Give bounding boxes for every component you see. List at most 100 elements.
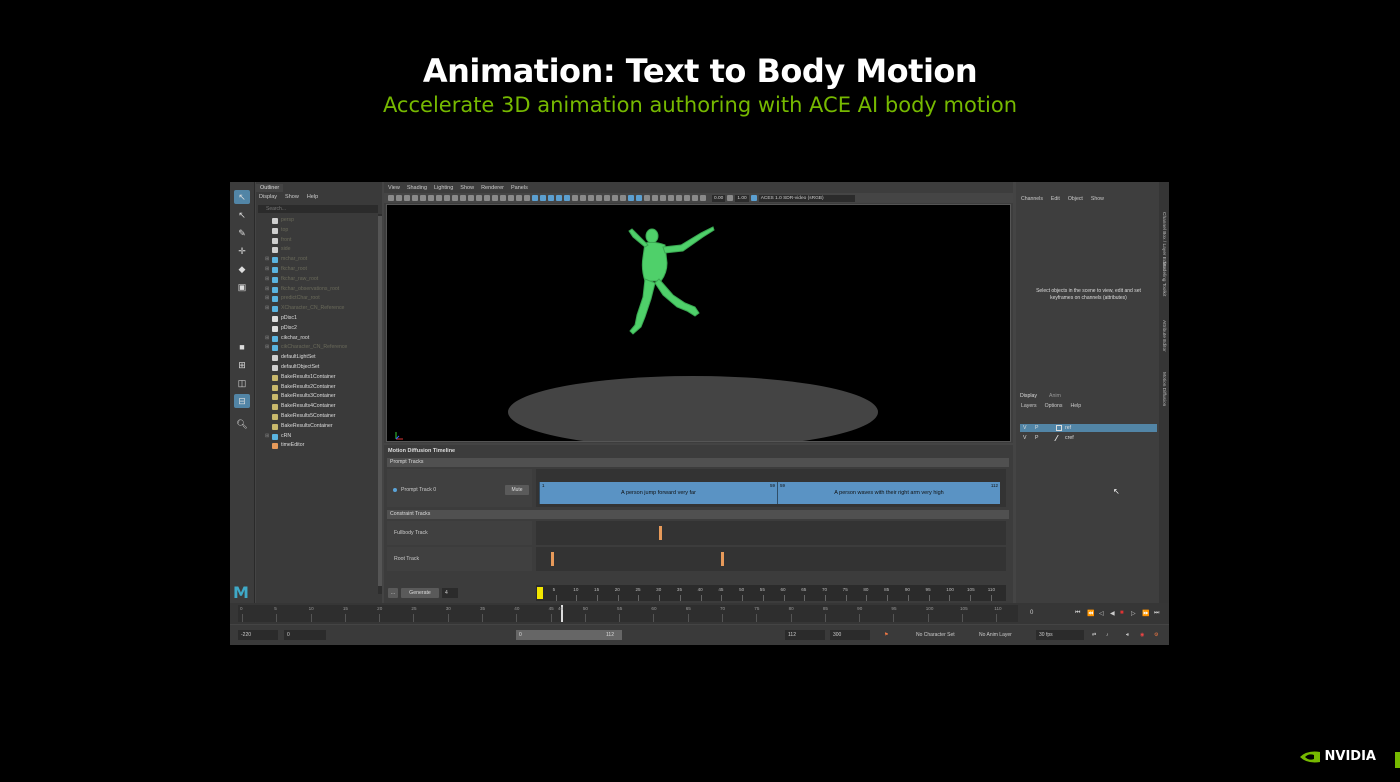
outliner-item[interactable]: pDisc1 <box>256 314 376 324</box>
go-start-icon[interactable]: ⏮ <box>1075 610 1080 617</box>
move-tool-icon[interactable]: ✛ <box>234 244 250 258</box>
anim-layer-select[interactable]: No Anim Layer <box>979 632 1012 638</box>
outliner-menu-show[interactable]: Show <box>285 194 299 200</box>
layer-playback[interactable]: P <box>1035 424 1038 432</box>
vp-menu-view[interactable]: View <box>388 185 400 191</box>
outliner-item[interactable]: BakeResults5Container <box>256 412 376 422</box>
two-view-icon[interactable]: ◫ <box>234 376 250 390</box>
expand-icon[interactable]: ⊞ <box>265 334 269 344</box>
outliner-item[interactable]: ⊞ cRN <box>256 432 376 442</box>
more-button[interactable]: ... <box>388 588 398 598</box>
paint-tool-icon[interactable]: ✎ <box>234 226 250 240</box>
vp-menu-lighting[interactable]: Lighting <box>434 185 453 191</box>
side-tab-modeling[interactable]: Modeling Toolkit <box>1161 262 1166 296</box>
viewport-tool-icon[interactable] <box>692 195 698 201</box>
prompt-clip[interactable]: 1 59 A person jump forward very far <box>539 482 777 504</box>
expand-icon[interactable]: ⊞ <box>265 294 269 304</box>
viewport-tool-icon[interactable] <box>660 195 666 201</box>
outliner-item[interactable]: ⊞ XCharacter_CN_Reference <box>256 304 376 314</box>
color-mgmt-icon[interactable] <box>750 195 757 201</box>
outliner-item[interactable]: BakeResults1Container <box>256 373 376 383</box>
vp-menu-show[interactable]: Show <box>460 185 474 191</box>
record-icon[interactable]: ◉ <box>1140 632 1144 638</box>
viewport-tool-icon[interactable] <box>556 195 562 201</box>
cb-menu-edit[interactable]: Edit <box>1051 196 1060 202</box>
layer-menu-help[interactable]: Help <box>1070 403 1081 409</box>
go-end-icon[interactable]: ⏭ <box>1154 610 1159 617</box>
mute-button[interactable]: Mute <box>505 485 529 495</box>
rotate-tool-icon[interactable]: ◆ <box>234 262 250 276</box>
viewport-tool-icon[interactable] <box>436 195 442 201</box>
playback-start-field[interactable]: 0 <box>284 630 326 640</box>
outliner-item[interactable]: persp <box>256 216 376 226</box>
viewport-tool-icon[interactable] <box>612 195 618 201</box>
viewport-tool-icon[interactable] <box>580 195 586 201</box>
outliner-item[interactable]: side <box>256 245 376 255</box>
side-tab-motion[interactable]: Motion Diffusion <box>1161 372 1166 406</box>
viewport-tool-icon[interactable] <box>676 195 682 201</box>
fullbody-track-area[interactable] <box>536 521 1006 545</box>
layer-menu-options[interactable]: Options <box>1045 403 1063 409</box>
viewport-tool-icon[interactable] <box>476 195 482 201</box>
playback-end-field[interactable]: 112 <box>785 630 825 640</box>
layout-view-icon[interactable]: ⊟ <box>234 394 250 408</box>
outliner-scrollbar[interactable] <box>378 214 382 594</box>
layer-visibility[interactable]: V <box>1023 434 1026 442</box>
outliner-item[interactable]: defaultObjectSet <box>256 363 376 373</box>
viewport-tool-icon[interactable] <box>684 195 690 201</box>
viewport-tool-icon[interactable] <box>628 195 634 201</box>
layer-row[interactable]: V P cref <box>1020 434 1157 442</box>
viewport-tool-icon[interactable] <box>636 195 642 201</box>
timeline-ruler[interactable]: 5 10 15 20 25 30 35 40 45 50 55 60 65 70 75 80 85 90 95 100… <box>536 585 1006 601</box>
step-back-icon[interactable]: ⏪ <box>1087 610 1094 617</box>
viewport-tool-icon[interactable] <box>508 195 514 201</box>
viewport-tool-icon[interactable] <box>620 195 626 201</box>
viewport-tool-icon[interactable] <box>700 195 706 201</box>
cb-menu-show[interactable]: Show <box>1091 196 1104 202</box>
side-tab-channel-box[interactable]: Channel Box / Layer Editor <box>1161 212 1166 269</box>
play-back-icon[interactable]: ◀ <box>1110 610 1115 617</box>
frame-field[interactable]: 0 <box>1030 610 1033 616</box>
layer-visibility[interactable]: V <box>1023 424 1026 432</box>
loop-icon[interactable]: ⇄ <box>1092 632 1096 638</box>
outliner-item[interactable]: BakeResults3Container <box>256 392 376 402</box>
expand-icon[interactable]: ⊞ <box>265 265 269 275</box>
timeline-playhead[interactable] <box>537 587 543 599</box>
generate-button[interactable]: Generate <box>401 588 439 598</box>
prev-key-icon[interactable]: ◁ <box>1099 610 1104 617</box>
vp-menu-renderer[interactable]: Renderer <box>481 185 504 191</box>
audio-icon[interactable]: ♪ <box>1106 632 1109 638</box>
anim-end-field[interactable]: 300 <box>830 630 870 640</box>
generate-count-field[interactable]: 4 <box>442 588 458 598</box>
outliner-tab[interactable]: Outliner <box>256 184 284 192</box>
fps-select[interactable]: 30 fps <box>1036 630 1084 640</box>
viewport-3d[interactable] <box>386 204 1011 442</box>
tab-display[interactable]: Display <box>1020 393 1037 399</box>
viewport-tool-icon[interactable] <box>452 195 458 201</box>
viewport-tool-icon[interactable] <box>572 195 578 201</box>
expand-icon[interactable]: ⊞ <box>265 304 269 314</box>
zoom-icon[interactable]: 🔍︎ <box>234 417 250 431</box>
key-icon[interactable]: ⚑ <box>884 632 888 638</box>
prompt-clip[interactable]: 59 112 A person waves with their right a… <box>777 482 1000 504</box>
stop-icon[interactable]: ■ <box>1120 610 1124 616</box>
outliner-menu-help[interactable]: Help <box>307 194 318 200</box>
outliner-item[interactable]: timeEditor <box>256 441 376 451</box>
outliner-item[interactable]: BakeResults2Container <box>256 383 376 393</box>
expand-icon[interactable]: ⊞ <box>265 343 269 353</box>
outliner-item[interactable]: ⊞ predictChar_root <box>256 294 376 304</box>
outliner-item[interactable]: BakeResults4Container <box>256 402 376 412</box>
viewport-tool-icon[interactable] <box>588 195 594 201</box>
side-tab-attribute[interactable]: Attribute Editor <box>1161 320 1166 352</box>
outliner-item[interactable]: ⊞ cikchar_root <box>256 334 376 344</box>
gamma-icon[interactable] <box>727 195 734 201</box>
select-tool-icon[interactable]: ↖ <box>234 190 250 204</box>
outliner-item[interactable]: top <box>256 226 376 236</box>
lasso-tool-icon[interactable]: ↖ <box>234 208 250 222</box>
viewport-tool-icon[interactable] <box>668 195 674 201</box>
outliner-item[interactable]: defaultLightSet <box>256 353 376 363</box>
scale-tool-icon[interactable]: ▣ <box>234 280 250 294</box>
viewport-tool-icon[interactable] <box>492 195 498 201</box>
viewport-tool-icon[interactable] <box>404 195 410 201</box>
character-set-select[interactable]: No Character Set <box>916 632 955 638</box>
